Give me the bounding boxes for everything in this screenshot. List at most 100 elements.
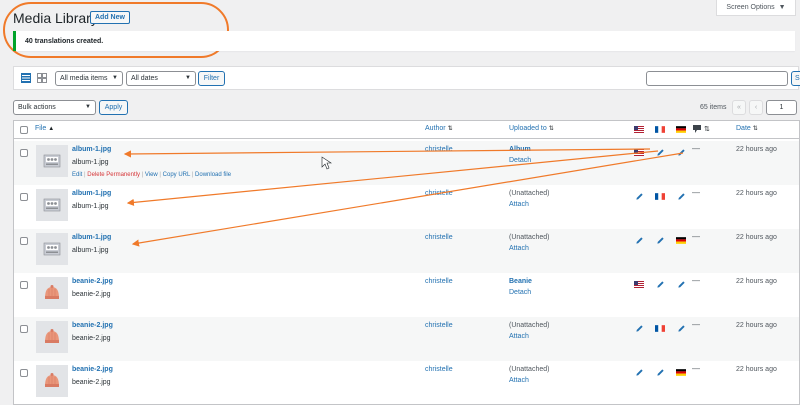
uploaded-to[interactable]: Album (509, 146, 531, 153)
row-checkbox[interactable] (20, 193, 28, 201)
sort-icon: ▲ (48, 126, 55, 132)
file-title-link[interactable]: album-1.jpg (72, 190, 111, 197)
add-new-button[interactable]: Add New (90, 11, 130, 24)
file-name: beanie-2.jpg (72, 335, 111, 342)
us-flag-icon[interactable] (634, 147, 644, 157)
row-checkbox[interactable] (20, 369, 28, 377)
table-row: album album-1.jpg album-1.jpg christelle (Un… (14, 185, 799, 229)
pencil-icon[interactable] (634, 235, 644, 245)
view-link[interactable]: View (145, 172, 158, 178)
search-input[interactable] (646, 71, 788, 86)
media-toolbar: All media items ▼ All dates ▼ Filter S (13, 66, 800, 90)
detach-link[interactable]: Detach (509, 289, 531, 296)
attach-link[interactable]: Attach (509, 377, 529, 384)
select-all-checkbox[interactable] (20, 126, 28, 134)
attach-link[interactable]: Attach (509, 201, 529, 208)
comments-count: — (692, 188, 700, 197)
chevron-down-icon: ▼ (778, 4, 786, 11)
pencil-icon[interactable] (655, 147, 665, 157)
table-row: album album-1.jpg album-1.jpg christelle (Un… (14, 229, 799, 273)
fr-flag-icon[interactable] (655, 323, 665, 333)
us-flag-icon[interactable] (634, 126, 644, 133)
items-count: 65 items (700, 104, 727, 111)
uploaded-to[interactable]: Beanie (509, 278, 532, 285)
de-flag-icon[interactable] (676, 367, 686, 377)
pencil-icon[interactable] (634, 367, 644, 377)
pencil-icon[interactable] (676, 191, 686, 201)
pencil-icon[interactable] (655, 235, 665, 245)
bulk-actions-select[interactable]: Bulk actions ▼ (13, 100, 96, 115)
de-flag-icon[interactable] (676, 126, 686, 133)
beanie-thumbnail[interactable]: beanie (36, 365, 68, 397)
column-date[interactable]: Date ⇅ (736, 125, 758, 132)
author-link[interactable]: christelle (425, 366, 453, 373)
album-thumbnail[interactable]: album (36, 189, 68, 221)
row-checkbox[interactable] (20, 325, 28, 333)
beanie-thumbnail[interactable]: beanie (36, 321, 68, 353)
pencil-icon[interactable] (655, 367, 665, 377)
file-title-link[interactable]: beanie-2.jpg (72, 322, 113, 329)
pencil-icon[interactable] (676, 323, 686, 333)
column-uploaded-to[interactable]: Uploaded to ⇅ (509, 125, 554, 132)
media-type-select[interactable]: All media items ▼ (55, 71, 123, 86)
author-link[interactable]: christelle (425, 190, 453, 197)
fr-flag-icon[interactable] (655, 126, 665, 133)
table-row: beanie beanie-2.jpg beanie-2.jpg christelle… (14, 361, 799, 405)
sort-icon[interactable]: ⇅ (704, 125, 710, 133)
column-file[interactable]: File ▲ (35, 125, 54, 132)
date-select[interactable]: All dates ▼ (126, 71, 196, 86)
attach-link[interactable]: Attach (509, 333, 529, 340)
de-flag-icon[interactable] (676, 235, 686, 245)
file-title-link[interactable]: album-1.jpg (72, 146, 111, 153)
album-thumbnail[interactable]: album (36, 145, 68, 177)
download-file-link[interactable]: Download file (195, 172, 231, 178)
beanie-thumbnail[interactable]: beanie (36, 277, 68, 309)
copy-url-link[interactable]: Copy URL (163, 172, 190, 178)
media-type-value: All media items (60, 75, 108, 82)
file-title-link[interactable]: beanie-2.jpg (72, 278, 113, 285)
author-link[interactable]: christelle (425, 234, 453, 241)
file-name: album-1.jpg (72, 203, 109, 210)
screen-options-button[interactable]: Screen Options ▼ (716, 0, 796, 16)
pencil-icon[interactable] (676, 279, 686, 289)
pencil-icon[interactable] (655, 279, 665, 289)
grid-view-icon[interactable] (37, 73, 47, 83)
pencil-icon[interactable] (676, 147, 686, 157)
table-row: album album-1.jpg album-1.jpg Edit | Delete… (14, 141, 799, 185)
row-checkbox[interactable] (20, 281, 28, 289)
comment-icon[interactable] (693, 125, 701, 133)
filter-button[interactable]: Filter (198, 71, 225, 86)
comments-count: — (692, 276, 700, 285)
us-flag-icon[interactable] (634, 279, 644, 289)
fr-flag-icon[interactable] (655, 191, 665, 201)
author-link[interactable]: christelle (425, 322, 453, 329)
detach-link[interactable]: Detach (509, 157, 531, 164)
attach-link[interactable]: Attach (509, 245, 529, 252)
search-button[interactable]: S (791, 71, 800, 86)
album-image-icon (42, 239, 62, 259)
edit-link[interactable]: Edit (72, 172, 82, 178)
delete-permanently-link[interactable]: Delete Permanently (87, 172, 140, 178)
notice-message: 40 translations created. (25, 37, 104, 45)
pencil-icon[interactable] (634, 191, 644, 201)
sort-icon: ⇅ (447, 126, 453, 132)
file-title-link[interactable]: beanie-2.jpg (72, 366, 113, 373)
author-link[interactable]: christelle (425, 146, 453, 153)
first-page-button[interactable]: « (732, 100, 746, 115)
success-notice: 40 translations created. (13, 31, 795, 51)
chevron-down-icon: ▼ (112, 75, 118, 81)
row-checkbox[interactable] (20, 237, 28, 245)
column-author[interactable]: Author ⇅ (425, 125, 453, 132)
comments-count: — (692, 232, 700, 241)
chevron-down-icon: ▼ (85, 104, 91, 110)
pencil-icon[interactable] (634, 323, 644, 333)
current-page-input[interactable]: 1 (766, 100, 797, 115)
author-link[interactable]: christelle (425, 278, 453, 285)
page-title: Media Library (13, 10, 98, 26)
apply-button[interactable]: Apply (99, 100, 128, 115)
prev-page-button[interactable]: ‹ (749, 100, 763, 115)
album-thumbnail[interactable]: album (36, 233, 68, 265)
row-checkbox[interactable] (20, 149, 28, 157)
file-title-link[interactable]: album-1.jpg (72, 234, 111, 241)
list-view-icon[interactable] (21, 73, 31, 83)
